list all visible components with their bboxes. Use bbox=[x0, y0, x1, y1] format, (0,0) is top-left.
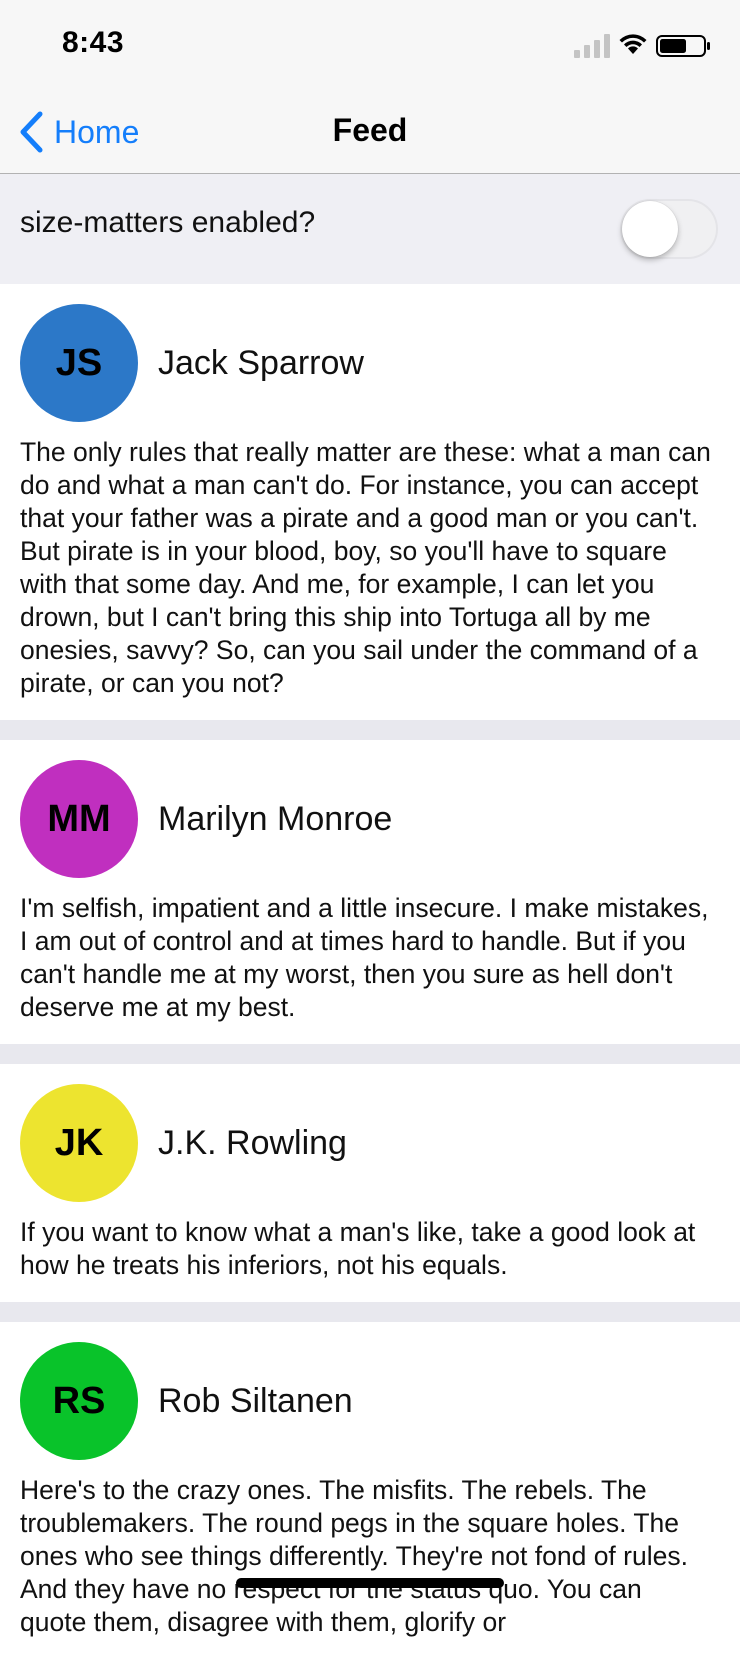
author-name: J.K. Rowling bbox=[158, 1123, 347, 1162]
quote-text: If you want to know what a man's like, t… bbox=[20, 1217, 696, 1280]
card-header: RS Rob Siltanen bbox=[20, 1342, 720, 1460]
battery-icon bbox=[656, 35, 710, 57]
signal-icon bbox=[574, 34, 610, 58]
card-header: MM Marilyn Monroe bbox=[20, 760, 720, 878]
card-header: JS Jack Sparrow bbox=[20, 304, 720, 422]
quote-text: The only rules that really matter are th… bbox=[20, 437, 711, 698]
avatar: MM bbox=[20, 760, 138, 878]
wifi-icon bbox=[619, 34, 647, 54]
home-indicator bbox=[236, 1578, 504, 1588]
quote-text: Here's to the crazy ones. The misfits. T… bbox=[20, 1475, 688, 1637]
separator bbox=[0, 720, 740, 740]
navigation-bar: Home Feed bbox=[0, 92, 740, 174]
author-name: Jack Sparrow bbox=[158, 343, 364, 382]
feed-card: JK J.K. Rowling If you want to know what… bbox=[0, 1064, 740, 1302]
feed-card: JS Jack Sparrow The only rules that real… bbox=[0, 284, 740, 720]
status-time: 8:43 bbox=[62, 26, 125, 59]
author-name: Marilyn Monroe bbox=[158, 799, 393, 838]
author-name: Rob Siltanen bbox=[158, 1381, 353, 1420]
avatar: JS bbox=[20, 304, 138, 422]
feed-card: MM Marilyn Monroe I'm selfish, impatient… bbox=[0, 740, 740, 1044]
settings-toggle-row: size-matters enabled? bbox=[0, 174, 740, 284]
quote-text: I'm selfish, impatient and a little inse… bbox=[20, 893, 709, 1022]
avatar: RS bbox=[20, 1342, 138, 1460]
feed-card: RS Rob Siltanen Here's to the crazy ones… bbox=[0, 1322, 740, 1659]
separator bbox=[0, 1044, 740, 1064]
separator bbox=[0, 1302, 740, 1322]
feed-list: JS Jack Sparrow The only rules that real… bbox=[0, 284, 740, 1659]
card-header: JK J.K. Rowling bbox=[20, 1084, 720, 1202]
size-matters-toggle[interactable] bbox=[620, 199, 718, 259]
status-bar: 8:43 bbox=[0, 0, 740, 92]
toggle-label: size-matters enabled? bbox=[20, 206, 316, 239]
page-title: Feed bbox=[332, 112, 408, 148]
avatar: JK bbox=[20, 1084, 138, 1202]
toggle-knob bbox=[622, 201, 678, 257]
